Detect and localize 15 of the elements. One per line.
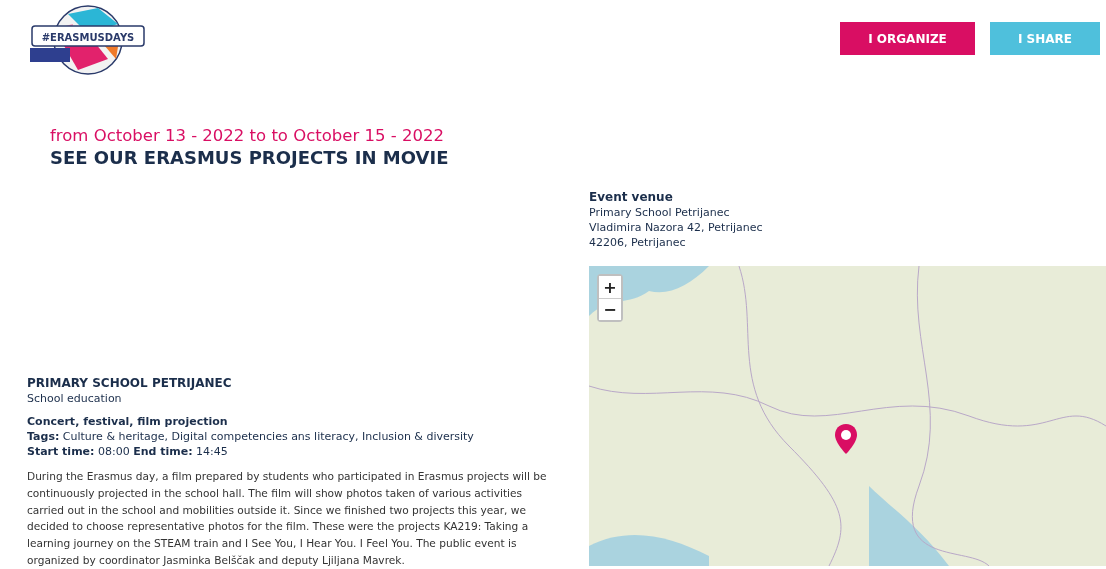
zoom-out-button[interactable]: −	[599, 298, 621, 320]
venue-address-line: Vladimira Nazora 42, Petrijanec	[589, 221, 764, 234]
organizer-name: PRIMARY SCHOOL PETRIJANEC	[27, 376, 233, 390]
event-tags: Tags: Culture & heritage, Digital competencies ans literacy, Inclusion & diversity	[27, 430, 559, 443]
map-pin-icon[interactable]	[834, 423, 858, 455]
event-dates: from October 13 - 2022 to to October 15 - 2022	[50, 126, 445, 145]
primary-button[interactable]: I ORGANIZE	[840, 22, 975, 55]
event-type: Concert, festival, film projection	[27, 415, 229, 428]
venue-heading: Event venue	[589, 190, 674, 204]
venue-address-line: Primary School Petrijanec	[589, 206, 731, 219]
venue-address-line: 42206, Petrijanec	[589, 236, 687, 249]
event-description: During the Erasmus day, a film prepared by students who participated in Erasmus projects will be continuously projected in the school hall. The film will show photos taken of various activities carried out in the school and mobilities outside it. Since we finished two projects this year, we decided to choose representative photos for the film. These were the projects KA219: Taking a learning journey on the STEAM train and I See You, I Hear You. I Feel You. The public event is organized by coordinator Jasminka Belščak and deputy Ljiljana Mavrek.	[27, 469, 548, 568]
organizer-sector: School education	[27, 392, 123, 405]
event-title: SEE OUR ERASMUS PROJECTS IN MOVIE	[50, 147, 450, 168]
event-times: Start time: 08:00 End time: 14:45	[27, 445, 229, 458]
